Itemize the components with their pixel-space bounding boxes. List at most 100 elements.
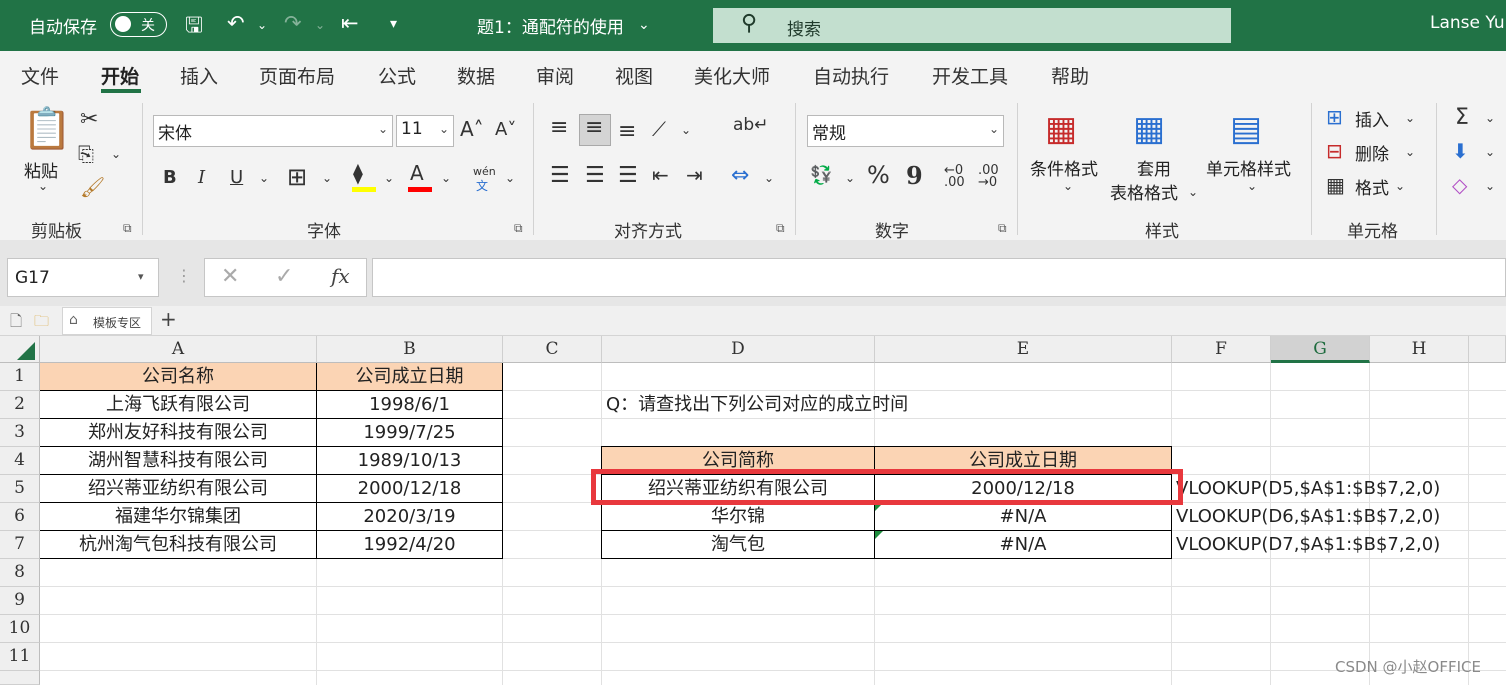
cell-styles-label[interactable]: 单元格样式 [1206, 155, 1291, 180]
fill-color-dropdown-icon[interactable]: ⌄ [384, 171, 394, 185]
comma-style-button[interactable]: 9 [906, 161, 923, 190]
column-header-a[interactable]: A [40, 336, 317, 363]
insert-function-button[interactable]: fx [331, 264, 350, 288]
number-launcher-icon[interactable]: ⧉ [998, 221, 1007, 236]
cell-a6[interactable]: 福建华尔锦集团 [40, 503, 316, 531]
align-left-icon[interactable]: ☰ [550, 163, 570, 188]
cond-format-dropdown-icon[interactable]: ⌄ [1063, 179, 1073, 193]
row-header-9[interactable]: 9 [0, 587, 40, 615]
borders-icon[interactable]: ⊞ [287, 163, 307, 191]
clear-icon[interactable]: ◇ [1452, 173, 1467, 197]
accounting-dropdown-icon[interactable]: ⌄ [845, 171, 855, 185]
font-size-combo[interactable]: 11 ⌄ [396, 115, 454, 147]
tab-file[interactable]: 文件 [21, 62, 59, 89]
formula-input[interactable] [372, 258, 1506, 297]
decrease-font-size-icon[interactable]: A˅ [495, 119, 516, 140]
cell-styles-icon[interactable]: ▤ [1230, 109, 1262, 149]
wrap-text-icon[interactable]: ab↵ [733, 115, 768, 135]
cell-e6[interactable]: #N/A [875, 503, 1171, 531]
cell-d7[interactable]: 淘气包 [602, 531, 874, 559]
open-folder-icon[interactable]: 🗀 [34, 311, 49, 336]
row-header-5[interactable]: 5 [0, 475, 40, 503]
row-header-2[interactable]: 2 [0, 391, 40, 419]
template-tab[interactable]: ⌂ 模板专区 [62, 307, 152, 335]
underline-button[interactable]: U [230, 167, 243, 188]
cell-f7[interactable]: VLOOKUP(D7,$A$1:$B$7,2,0) [1176, 531, 1506, 559]
cell-f6[interactable]: VLOOKUP(D6,$A$1:$B$7,2,0) [1176, 503, 1506, 531]
autosum-icon[interactable]: Σ [1455, 105, 1469, 130]
delete-cells-icon[interactable]: ⊟ [1326, 139, 1343, 163]
undo-icon[interactable]: ↶ [227, 11, 245, 35]
cell-a2[interactable]: 上海飞跃有限公司 [40, 391, 316, 419]
cell-b3[interactable]: 1999/7/25 [317, 419, 502, 447]
bold-button[interactable]: B [163, 167, 177, 188]
row-header-10[interactable]: 10 [0, 615, 40, 643]
column-header-e[interactable]: E [875, 336, 1172, 363]
cell-e7[interactable]: #N/A [875, 531, 1171, 559]
redo-dropdown-icon[interactable]: ⌄ [315, 18, 325, 32]
phonetic-dropdown-icon[interactable]: ⌄ [505, 171, 515, 185]
align-bottom-icon[interactable]: ≡ [618, 119, 636, 144]
cell-a7[interactable]: 杭州淘气包科技有限公司 [40, 531, 316, 559]
column-header-d[interactable]: D [602, 336, 875, 363]
fill-icon[interactable]: ⬇ [1452, 139, 1469, 163]
add-tab-icon[interactable]: + [160, 307, 177, 331]
tab-view[interactable]: 视图 [615, 62, 653, 89]
name-box[interactable]: G17 ▾ [7, 258, 159, 297]
insert-cells-icon[interactable]: ⊞ [1326, 105, 1343, 129]
save-icon[interactable]: 🖫 [185, 11, 203, 46]
merge-center-icon[interactable]: ⇔ [731, 163, 749, 188]
number-format-combo[interactable]: 常规 ⌄ [807, 115, 1004, 147]
paste-icon[interactable]: 📋 [22, 105, 72, 152]
error-indicator-icon[interactable] [875, 531, 883, 539]
select-all-button[interactable] [0, 336, 40, 363]
format-cells-icon[interactable]: ▦ [1326, 173, 1345, 197]
insert-dropdown-icon[interactable]: ⌄ [1405, 111, 1415, 125]
fill-dropdown-icon[interactable]: ⌄ [1485, 145, 1495, 159]
tab-data[interactable]: 数据 [457, 62, 495, 89]
align-right-icon[interactable]: ☰ [618, 163, 638, 188]
cell-a4[interactable]: 湖州智慧科技有限公司 [40, 447, 316, 475]
row-header-4[interactable]: 4 [0, 447, 40, 475]
cell-b6[interactable]: 2020/3/19 [317, 503, 502, 531]
delete-cells-label[interactable]: 删除 [1355, 140, 1389, 165]
new-file-icon[interactable]: 🗋 [10, 311, 22, 336]
accounting-format-icon[interactable]: 💱 [810, 165, 832, 186]
alignment-launcher-icon[interactable]: ⧉ [776, 221, 785, 236]
conditional-formatting-icon[interactable]: ▦ [1045, 109, 1077, 149]
increase-decimal-icon[interactable]: ←0.00 [944, 164, 965, 189]
format-painter-icon[interactable]: 🖌 [80, 175, 105, 199]
redo-icon[interactable]: ↷ [284, 11, 302, 35]
font-launcher-icon[interactable]: ⧉ [514, 221, 523, 236]
cell-a1[interactable]: 公司名称 [40, 363, 316, 391]
underline-dropdown-icon[interactable]: ⌄ [259, 171, 269, 185]
clipboard-launcher-icon[interactable]: ⧉ [123, 221, 132, 236]
format-as-table-label-2[interactable]: 表格格式 [1110, 179, 1178, 204]
cell-b4[interactable]: 1989/10/13 [317, 447, 502, 475]
row-header-7[interactable]: 7 [0, 531, 40, 559]
autosave-toggle[interactable]: 关 [110, 12, 167, 37]
tab-formulas[interactable]: 公式 [378, 62, 416, 89]
table-format-dropdown-icon[interactable]: ⌄ [1188, 185, 1198, 199]
merge-dropdown-icon[interactable]: ⌄ [764, 171, 774, 185]
borders-dropdown-icon[interactable]: ⌄ [322, 171, 332, 185]
customize-toolbar-icon[interactable]: ▾ [390, 16, 397, 32]
splitter-icon[interactable]: ⋮ [176, 266, 192, 285]
cell-d6[interactable]: 华尔锦 [602, 503, 874, 531]
row-header-1[interactable]: 1 [0, 363, 40, 391]
column-header-f[interactable]: F [1172, 336, 1271, 363]
tab-page-layout[interactable]: 页面布局 [259, 62, 335, 89]
orientation-dropdown-icon[interactable]: ⌄ [681, 123, 691, 137]
percent-style-button[interactable]: % [867, 161, 890, 189]
tab-review[interactable]: 审阅 [536, 62, 574, 89]
clear-dropdown-icon[interactable]: ⌄ [1485, 179, 1495, 193]
tab-help[interactable]: 帮助 [1051, 62, 1089, 89]
cell-d2[interactable]: Q：请查找出下列公司对应的成立时间 [606, 391, 1106, 419]
cut-icon[interactable]: ✂ [80, 107, 98, 132]
increase-indent-icon[interactable]: ⇥ [686, 163, 703, 187]
row-header-6[interactable]: 6 [0, 503, 40, 531]
copy-dropdown-icon[interactable]: ⌄ [111, 147, 121, 161]
align-center-icon[interactable]: ☰ [585, 163, 605, 188]
decrease-decimal-icon[interactable]: .00 →0 [978, 164, 999, 189]
enter-icon[interactable]: ✓ [275, 264, 293, 289]
